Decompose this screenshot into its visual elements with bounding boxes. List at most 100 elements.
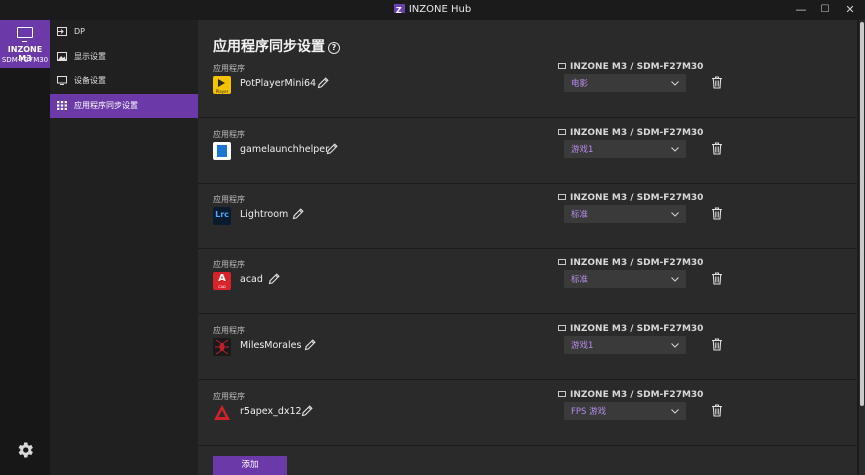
nav-item-device-settings[interactable]: 设备设置 xyxy=(50,69,198,93)
spiderman-app-icon xyxy=(213,338,231,356)
apex-app-icon xyxy=(213,404,231,422)
device-label: INZONE M3 / SDM-F27M30 xyxy=(558,128,703,138)
pencil-icon[interactable] xyxy=(268,273,280,285)
app-name: Lightroom xyxy=(240,209,289,220)
app-name: r5apex_dx12 xyxy=(240,406,302,417)
app-sync-row: 应用程序 A CAD acad INZONE M3 / SDM-F27M30 标… xyxy=(198,249,857,314)
scrollbar-thumb[interactable] xyxy=(860,22,864,406)
picture-mode-value: 标准 xyxy=(571,275,589,285)
spider-icon xyxy=(215,339,229,355)
section-label: 应用程序 xyxy=(213,195,245,204)
monitor-icon xyxy=(558,63,566,69)
nav-item-app-sync-settings[interactable]: 应用程序同步设置 xyxy=(50,94,198,118)
monitor-icon xyxy=(558,259,566,265)
apex-logo-icon xyxy=(214,405,230,420)
picture-mode-value: 游戏1 xyxy=(571,145,594,155)
app-icon-text: CAD xyxy=(218,285,226,289)
device-label-text: INZONE M3 / SDM-F27M30 xyxy=(570,258,704,268)
add-button[interactable]: 添加 xyxy=(213,456,287,475)
maximize-button[interactable]: ☐ xyxy=(811,0,839,20)
settings-nav: DP 显示设置 设备设置 应用程序同步设置 xyxy=(50,20,198,475)
grid-icon xyxy=(57,101,67,110)
picture-mode-select[interactable]: 标准 xyxy=(564,205,686,223)
section-label: 应用程序 xyxy=(213,326,245,335)
monitor-icon xyxy=(57,76,67,85)
device-label: INZONE M3 / SDM-F27M30 xyxy=(558,258,703,268)
monitor-icon xyxy=(558,391,566,397)
device-label-text: INZONE M3 / SDM-F27M30 xyxy=(570,62,704,72)
picture-mode-value: 游戏1 xyxy=(571,341,594,351)
nav-item-label: DP xyxy=(74,27,85,36)
section-label: 应用程序 xyxy=(213,392,245,401)
app-icon-text: Lrc xyxy=(215,210,229,219)
chevron-down-icon xyxy=(671,277,679,282)
device-model: SDM-F27M30 xyxy=(1,56,49,64)
app-icon-text: A xyxy=(218,273,226,284)
trash-icon[interactable] xyxy=(711,338,723,351)
picture-mode-select[interactable]: 游戏1 xyxy=(564,336,686,354)
pencil-icon[interactable] xyxy=(317,77,329,89)
picture-mode-value: 标准 xyxy=(571,210,589,220)
picture-mode-value: FPS 游戏 xyxy=(571,407,607,417)
trash-icon[interactable] xyxy=(711,142,723,155)
inzone-logo-icon xyxy=(393,1,405,21)
device-tile[interactable]: INZONE M3 SDM-F27M30 xyxy=(0,20,50,68)
device-label: INZONE M3 / SDM-F27M30 xyxy=(558,390,703,400)
device-label-text: INZONE M3 / SDM-F27M30 xyxy=(570,128,704,138)
lightroom-app-icon: Lrc xyxy=(213,207,231,225)
device-label: INZONE M3 / SDM-F27M30 xyxy=(558,193,703,203)
monitor-icon xyxy=(558,194,566,200)
app-sync-row: 应用程序 gamelaunchhelper INZONE M3 / SDM-F2… xyxy=(198,119,857,184)
monitor-icon xyxy=(558,129,566,135)
gamelaunchhelper-app-icon xyxy=(213,142,231,160)
device-label-text: INZONE M3 / SDM-F27M30 xyxy=(570,193,704,203)
trash-icon[interactable] xyxy=(711,207,723,220)
device-label-text: INZONE M3 / SDM-F27M30 xyxy=(570,390,704,400)
monitor-icon xyxy=(17,27,33,42)
chevron-down-icon xyxy=(671,147,679,152)
close-button[interactable]: ✕ xyxy=(836,0,864,20)
picture-mode-select[interactable]: 游戏1 xyxy=(564,140,686,158)
pencil-icon[interactable] xyxy=(304,339,316,351)
chevron-down-icon xyxy=(671,343,679,348)
trash-icon[interactable] xyxy=(711,76,723,89)
chevron-down-icon xyxy=(671,81,679,86)
section-label: 应用程序 xyxy=(213,260,245,269)
device-label-text: INZONE M3 / SDM-F27M30 xyxy=(570,324,704,334)
app-name: gamelaunchhelper xyxy=(240,144,329,155)
app-name: acad xyxy=(240,274,263,285)
nav-item-display-settings[interactable]: 显示设置 xyxy=(50,45,198,69)
app-sync-row: 应用程序 MilesMorales INZONE M3 / SDM-F27M30… xyxy=(198,315,857,380)
pencil-icon[interactable] xyxy=(292,208,304,220)
window-title: INZONE Hub xyxy=(0,0,865,21)
gear-icon[interactable] xyxy=(15,440,35,460)
chevron-down-icon xyxy=(671,212,679,217)
app-sync-row: 应用程序 Lrc Lightroom INZONE M3 / SDM-F27M3… xyxy=(198,184,857,249)
picture-mode-select[interactable]: 电影 xyxy=(564,74,686,92)
autocad-app-icon: A CAD xyxy=(213,272,231,290)
trash-icon[interactable] xyxy=(711,404,723,417)
input-icon xyxy=(57,27,67,36)
scrollbar[interactable] xyxy=(859,20,865,475)
trash-icon[interactable] xyxy=(711,272,723,285)
title-bar: INZONE Hub — ☐ ✕ xyxy=(0,0,865,21)
app-sync-row: 应用程序 r5apex_dx12 INZONE M3 / SDM-F27M30 … xyxy=(198,381,857,446)
monitor-icon xyxy=(558,325,566,331)
app-icon-text: Player xyxy=(215,89,229,94)
app-name: MilesMorales xyxy=(240,340,302,351)
image-icon xyxy=(57,52,67,61)
pencil-icon[interactable] xyxy=(326,143,338,155)
device-label: INZONE M3 / SDM-F27M30 xyxy=(558,324,703,334)
picture-mode-select[interactable]: 标准 xyxy=(564,270,686,288)
main-panel: 应用程序同步设置? 应用程序 Player PotPlayerMini64 IN… xyxy=(198,20,857,475)
section-label: 应用程序 xyxy=(213,130,245,139)
nav-item-label: 应用程序同步设置 xyxy=(74,101,138,110)
potplayer-app-icon: Player xyxy=(213,76,231,94)
app-sync-row: 应用程序 Player PotPlayerMini64 INZONE M3 / … xyxy=(198,53,857,118)
nav-item-dp[interactable]: DP xyxy=(50,20,198,44)
nav-item-label: 显示设置 xyxy=(74,52,106,61)
section-label: 应用程序 xyxy=(213,64,245,73)
pencil-icon[interactable] xyxy=(301,405,313,417)
chevron-down-icon xyxy=(671,409,679,414)
picture-mode-select[interactable]: FPS 游戏 xyxy=(564,402,686,420)
